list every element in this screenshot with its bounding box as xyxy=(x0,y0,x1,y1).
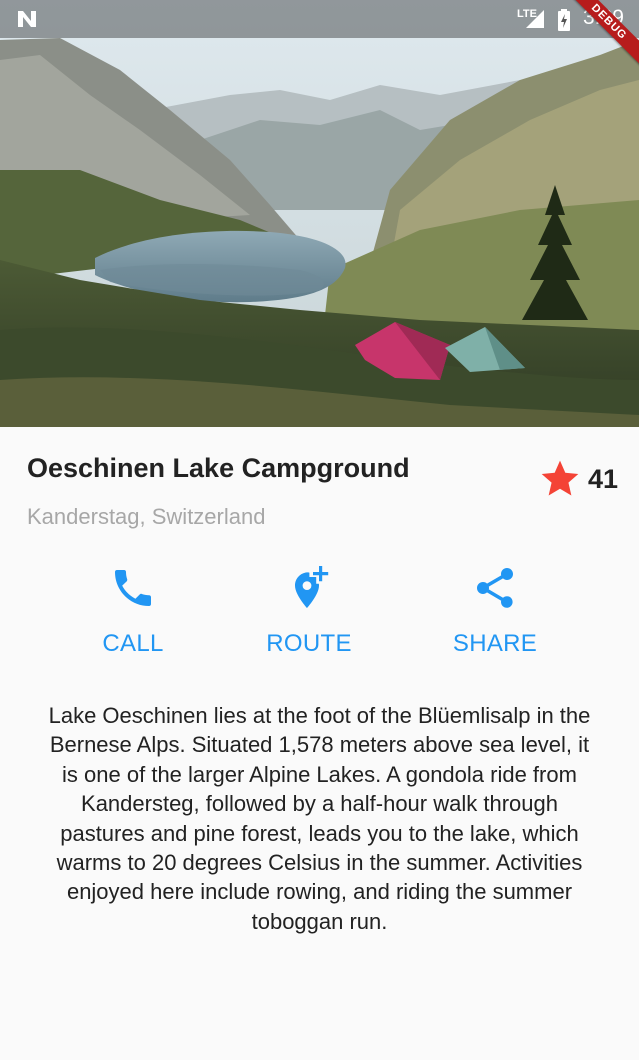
call-button[interactable]: CALL xyxy=(53,560,213,670)
lake-landscape-illustration xyxy=(0,0,639,427)
debug-banner-label: DEBUG xyxy=(569,0,639,70)
phone-icon xyxy=(115,570,151,606)
route-button[interactable]: ROUTE xyxy=(229,560,389,670)
action-button-row: CALL ROUTE SHARE xyxy=(0,560,639,670)
hero-image xyxy=(0,0,639,427)
status-bar: LTE 3:29 xyxy=(0,0,639,38)
favorite-count: 41 xyxy=(588,464,619,494)
debug-banner: DEBUG xyxy=(569,0,639,70)
notification-n-icon xyxy=(18,11,36,27)
share-button-label: SHARE xyxy=(452,630,538,657)
add-location-icon xyxy=(295,566,329,608)
place-description: Lake Oeschinen lies at the foot of the B… xyxy=(48,703,591,934)
title-section: Oeschinen Lake Campground Kanderstag, Sw… xyxy=(0,427,639,547)
call-button-label: CALL xyxy=(102,630,164,657)
star-icon[interactable] xyxy=(538,457,582,501)
place-location: Kanderstag, Switzerland xyxy=(27,504,266,529)
signal-icon xyxy=(526,10,544,28)
place-title: Oeschinen Lake Campground xyxy=(27,453,410,483)
share-icon xyxy=(477,568,513,608)
route-button-label: ROUTE xyxy=(266,630,352,657)
share-button[interactable]: SHARE xyxy=(415,560,575,670)
